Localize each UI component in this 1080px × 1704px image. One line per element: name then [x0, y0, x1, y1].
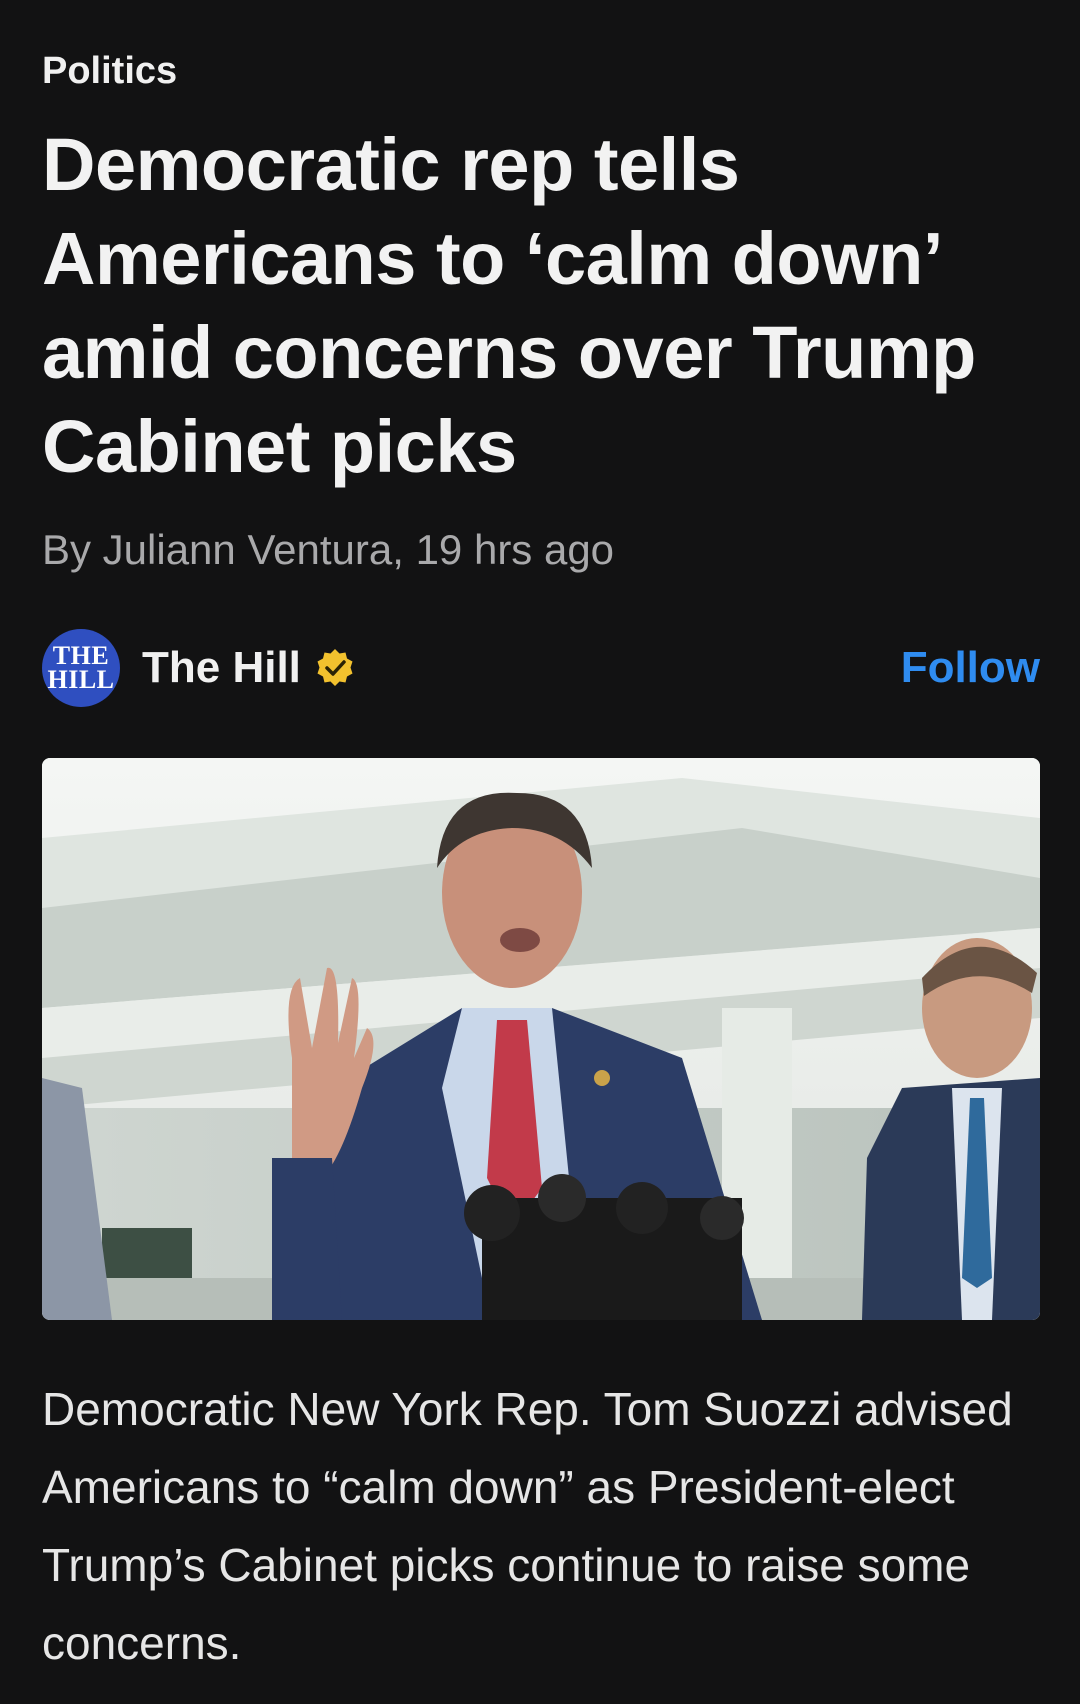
article-page: Politics Democratic rep tells Americans …	[0, 0, 1080, 1704]
verified-badge-icon	[317, 649, 353, 686]
article-headline: Democratic rep tells Americans to ‘calm …	[42, 123, 976, 488]
source-logo[interactable]: THE HILL	[42, 629, 120, 707]
article-summary: Democratic New York Rep. Tom Suozzi advi…	[42, 1383, 1013, 1669]
source-name[interactable]: The Hill	[142, 643, 301, 693]
follow-button[interactable]: Follow	[901, 643, 1040, 693]
source-logo-line2: HILL	[47, 665, 115, 694]
article-byline: By Juliann Ventura, 19 hrs ago	[42, 526, 615, 573]
source-row: THE HILL The Hill Follow	[42, 628, 1040, 708]
hero-photo	[42, 758, 1040, 1320]
category-label[interactable]: Politics	[42, 50, 177, 93]
article-hero-image[interactable]	[42, 758, 1040, 1320]
